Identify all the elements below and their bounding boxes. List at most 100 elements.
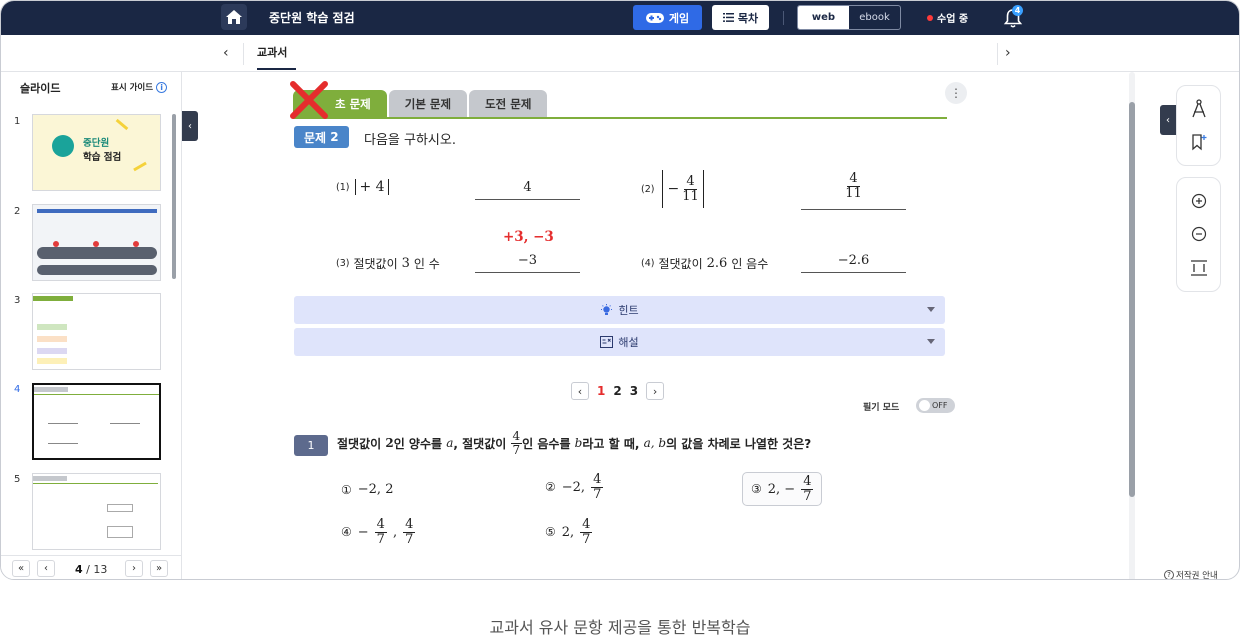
q-variable: b [574, 436, 583, 451]
list-icon [722, 13, 734, 22]
q-text-part: 인 양수를 [393, 436, 443, 451]
explanation-label: 해설 [618, 336, 639, 349]
hint-toggle[interactable]: 힌트 [294, 296, 945, 324]
prev-question-button[interactable]: ‹ [571, 382, 589, 400]
fit-height-button[interactable] [1187, 256, 1211, 280]
choice-mark: ② [545, 480, 556, 495]
mini-line [34, 394, 159, 395]
view-web-button[interactable]: web [798, 6, 849, 29]
tab-standard-problems[interactable]: 기본 문제 [388, 90, 468, 117]
item-2: (2) − 4 11 [641, 170, 708, 208]
chevron-down-icon [927, 339, 935, 344]
content-scrollbar[interactable] [1129, 102, 1135, 497]
copyright-link[interactable]: ? 저작권 안내 [1164, 569, 1218, 580]
question-text: 절댓값이 2인 양수를 a, 절댓값이 47인 음수를 b 라고 할 때, a, … [337, 430, 811, 456]
choice-fraction: 47 [403, 517, 416, 546]
answer-field-2[interactable]: 4 11 [801, 172, 906, 210]
item-index: (2) [641, 183, 655, 195]
item-text: 인 음수 [731, 257, 769, 271]
chevron-right-icon[interactable]: › [1005, 45, 1011, 61]
choice-text: −2, [561, 479, 586, 495]
question-icon: ? [1164, 570, 1174, 579]
mini-cell [37, 348, 67, 354]
answer-field-1[interactable]: 4 [475, 180, 580, 200]
copyright-label: 저작권 안내 [1176, 571, 1218, 580]
problem-number: 2 [330, 130, 339, 144]
zoom-in-button[interactable] [1187, 189, 1211, 213]
choice-3[interactable]: ③ 2, − 47 [742, 472, 823, 507]
slide-thumbnail-3[interactable] [32, 293, 161, 370]
first-page-button[interactable]: « [12, 560, 30, 577]
item-4: (4) 절댓값이 2.6 인 음수 [641, 255, 768, 272]
display-guide-label: 표시 가이드 [111, 83, 154, 93]
view-ebook-button[interactable]: ebook [849, 6, 900, 29]
wrong-x-icon [290, 81, 328, 119]
tab-textbook[interactable]: 교과서 [257, 44, 287, 60]
question-page-3[interactable]: 3 [630, 384, 638, 398]
pen-mode-switch[interactable]: OFF [916, 398, 955, 413]
question-number-badge: 1 [294, 435, 328, 456]
tab-underline [293, 117, 947, 119]
collapse-toolbar-button[interactable]: ‹ [1160, 105, 1176, 135]
chevron-left-icon[interactable]: ‹ [223, 45, 229, 61]
answer-field-4[interactable]: −2.6 [801, 253, 906, 273]
choice-1[interactable]: ① −2, 2 [341, 482, 393, 497]
slide-sidebar: 슬라이드 표시 가이드 i 1 중단원 학습 점검 2 3 4 5 « ‹ 4 … [1, 72, 182, 579]
choice-fraction: 47 [374, 518, 387, 546]
choice-mark: ④ [341, 525, 352, 540]
correct-answer-text: +3, −3 [503, 229, 554, 245]
denominator: 7 [593, 486, 602, 502]
sidebar-scrollbar[interactable] [172, 114, 176, 279]
choice-text: 2, − [767, 481, 796, 497]
zoom-out-icon [1191, 227, 1206, 242]
slide-thumbnail-4[interactable] [32, 383, 161, 460]
compass-icon [1191, 99, 1206, 117]
item-text: 절댓값이 [353, 257, 398, 271]
slide-thumbnail-5[interactable] [32, 473, 161, 550]
prev-page-button[interactable]: ‹ [37, 560, 55, 577]
main-content: 초 문제 기본 문제 도전 문제 ⋮ 문제 2 다음을 구하시오. (1) + … [183, 72, 1138, 579]
numerator: 4 [403, 517, 416, 533]
mini-cell [37, 336, 67, 342]
explanation-toggle[interactable]: 해설 [294, 328, 945, 356]
question-page-2[interactable]: 2 [613, 384, 621, 398]
choice-2[interactable]: ② −2, 47 [545, 472, 604, 502]
decor-stroke [133, 161, 147, 172]
live-status[interactable]: 수업 중 [927, 10, 968, 25]
answer-field-3[interactable]: −3 [475, 253, 580, 273]
slide-number: 5 [14, 474, 21, 485]
q-variable: a, b [643, 436, 667, 451]
toc-button[interactable]: 목차 [712, 5, 769, 30]
q-text-part: , 절댓값이 [453, 436, 507, 451]
tab-challenge-problems[interactable]: 도전 문제 [469, 90, 548, 117]
slide-thumbnail-2[interactable] [32, 204, 161, 281]
slide-thumbnail-1[interactable]: 중단원 학습 점검 [32, 114, 161, 191]
last-page-button[interactable]: » [150, 560, 168, 577]
game-button[interactable]: 게임 [633, 5, 702, 30]
item-text: 인 수 [413, 257, 440, 271]
problem-label: 문제 [304, 130, 327, 145]
display-guide-button[interactable]: 표시 가이드 i [111, 81, 168, 93]
zoom-in-icon [1191, 193, 1206, 208]
choice-5[interactable]: ⑤ 2, 47 [545, 518, 593, 546]
q-text-part: 라고 할 때, [582, 436, 640, 451]
mini-tab [33, 476, 67, 481]
choice-4[interactable]: ④ − 47, 47 [341, 517, 416, 546]
sidebar-title: 슬라이드 [20, 82, 61, 95]
mini-tab [33, 296, 73, 301]
next-page-button[interactable]: › [125, 560, 143, 577]
numerator: 4 [684, 173, 697, 190]
bookmark-tool[interactable] [1187, 130, 1211, 154]
more-options-icon[interactable]: ⋮ [945, 82, 967, 104]
top-bar: 중단원 학습 점검 게임 목차 web ebook 수업 중 4 [1, 1, 1239, 35]
next-question-button[interactable]: › [646, 382, 665, 400]
home-button[interactable] [221, 4, 247, 30]
choice-fraction: 47 [591, 472, 604, 502]
numerator: 4 [591, 472, 604, 488]
compass-tool[interactable] [1187, 97, 1211, 121]
mini-pin-icon [133, 241, 139, 247]
mini-pin-icon [53, 241, 59, 247]
problem-badge: 문제 2 [294, 126, 349, 148]
question-page-1[interactable]: 1 [597, 384, 605, 398]
zoom-out-button[interactable] [1187, 222, 1211, 246]
